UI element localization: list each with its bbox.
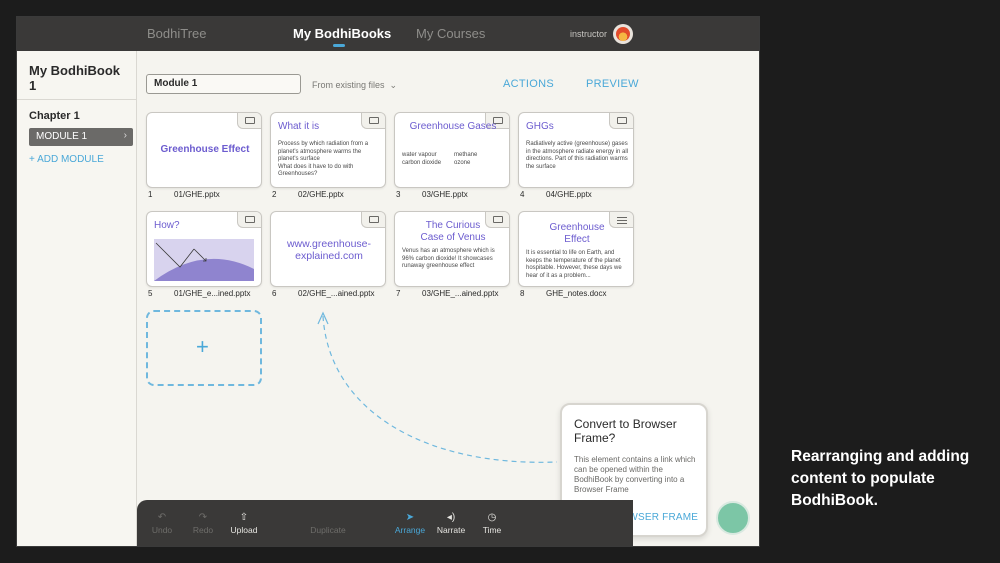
card-body: Venus has an atmosphere which is 96% car… — [402, 248, 495, 269]
book-title: My BodhiBook 1 — [29, 63, 120, 93]
duplicate-button[interactable]: Duplicate — [305, 512, 351, 535]
card-title: The Curious Case of Venus — [420, 220, 486, 243]
from-existing-dropdown[interactable]: From existing files ⌄ — [312, 80, 397, 91]
redo-button[interactable]: ↷ Redo — [180, 512, 226, 535]
slide-card-4[interactable]: GHGs Radiatively active (greenhouse) gas… — [518, 112, 634, 188]
card-title: Greenhouse Effect — [160, 144, 250, 155]
top-nav: BodhiTree My BodhiBooks My Courses instr… — [17, 17, 759, 51]
arrange-label: Arrange — [394, 525, 426, 535]
card-label-1: 1 01/GHE.pptx — [148, 190, 220, 199]
card-title: Greenhouse Gases — [409, 121, 497, 132]
card-title: Greenhouse Effect — [549, 222, 605, 245]
card-title: How? — [154, 220, 180, 231]
dropdown-label: From existing files — [312, 80, 385, 90]
sidebar-item-module-1[interactable]: MODULE 1 › — [29, 128, 133, 146]
card-title: What it is — [278, 121, 320, 132]
card-label-5: 5 01/GHE_e...ined.pptx — [148, 289, 251, 298]
user-role: instructor — [570, 29, 608, 39]
diagram-image — [154, 239, 254, 281]
actions-button[interactable]: ACTIONS — [503, 78, 554, 90]
active-nav-indicator — [333, 44, 345, 47]
preview-button[interactable]: PREVIEW — [586, 78, 639, 90]
duplicate-label: Duplicate — [310, 525, 346, 535]
sidebar-divider — [17, 99, 137, 100]
clock-icon: ◷ — [487, 512, 497, 523]
arrange-button[interactable]: ➤ Arrange — [387, 512, 433, 535]
speaker-icon: ◂) — [446, 512, 456, 523]
floating-action-button[interactable] — [716, 501, 750, 535]
redo-label: Redo — [192, 525, 214, 535]
app-window: BodhiTree My BodhiBooks My Courses instr… — [16, 16, 760, 547]
chevron-down-icon: ⌄ — [387, 80, 398, 90]
add-module-button[interactable]: + ADD MODULE — [29, 154, 104, 165]
cursor-icon: ➤ — [405, 512, 415, 523]
chapter-heading[interactable]: Chapter 1 — [29, 110, 80, 122]
sidebar-item-label: MODULE 1 — [36, 131, 88, 142]
add-content-tile[interactable]: + — [146, 310, 262, 386]
card-label-3: 3 03/GHE.pptx — [396, 190, 468, 199]
sidebar: My BodhiBook 1 Chapter 1 MODULE 1 › + AD… — [17, 51, 137, 546]
upload-label: Upload — [230, 525, 258, 535]
card-title: GHGs — [526, 121, 554, 132]
narrate-button[interactable]: ◂) Narrate — [428, 512, 474, 535]
nav-bodhitree[interactable]: BodhiTree — [147, 26, 207, 41]
time-button[interactable]: ◷ Time — [469, 512, 515, 535]
drag-arrow-path — [317, 311, 558, 463]
card-body: Radiatively active (greenhouse) gases in… — [526, 141, 629, 170]
slide-caption: Rearranging and adding content to popula… — [791, 448, 970, 509]
card-body: Process by which radiation from a planet… — [278, 141, 369, 177]
card-label-4: 4 04/GHE.pptx — [520, 190, 592, 199]
slide-icon — [237, 212, 261, 228]
redo-icon: ↷ — [198, 512, 208, 523]
nav-my-bodhibooks[interactable]: My BodhiBooks — [293, 26, 391, 41]
card-label-7: 7 03/GHE_...ained.pptx — [396, 289, 499, 298]
chevron-right-icon: › — [123, 130, 127, 141]
flame-icon — [616, 27, 630, 41]
slide-card-6[interactable]: www.greenhouse-explained.com — [270, 211, 386, 287]
plus-icon: + — [196, 334, 209, 359]
card-body: water vapour methane carbon dioxide ozone — [402, 152, 478, 166]
slide-card-2[interactable]: What it is Process by which radiation fr… — [270, 112, 386, 188]
slide-icon — [361, 113, 385, 129]
undo-icon: ↶ — [157, 512, 167, 523]
avatar[interactable] — [613, 24, 633, 44]
card-label-6: 6 02/GHE_...ained.pptx — [272, 289, 375, 298]
slide-icon — [237, 113, 261, 129]
upload-icon: ⇧ — [239, 512, 249, 523]
popover-body: This element contains a link which can b… — [574, 455, 696, 494]
slide-icon — [609, 113, 633, 129]
popover-title: Convert to Browser Frame? — [574, 417, 677, 445]
slide-card-7[interactable]: The Curious Case of Venus Venus has an a… — [394, 211, 510, 287]
slide-card-5[interactable]: How? — [146, 211, 262, 287]
undo-button[interactable]: ↶ Undo — [139, 512, 185, 535]
narrate-label: Narrate — [436, 525, 466, 535]
slide-card-3[interactable]: Greenhouse Gases water vapour methane car… — [394, 112, 510, 188]
nav-my-courses[interactable]: My Courses — [416, 26, 485, 41]
card-link-title: www.greenhouse-explained.com — [286, 238, 372, 262]
undo-label: Undo — [151, 525, 173, 535]
card-label-2: 2 02/GHE.pptx — [272, 190, 344, 199]
card-label-8: 8 GHE_notes.docx — [520, 289, 607, 298]
document-card-8[interactable]: Greenhouse Effect It is essential to lif… — [518, 211, 634, 287]
bottom-toolbar: ↶ Undo ↷ Redo ⇧ Upload Duplicate ➤ Arran… — [137, 500, 633, 546]
card-body: It is essential to life on Earth, and ke… — [526, 250, 622, 279]
slide-icon — [361, 212, 385, 228]
module-name-input[interactable]: Module 1 — [146, 74, 301, 94]
upload-button[interactable]: ⇧ Upload — [221, 512, 267, 535]
slide-card-1[interactable]: Greenhouse Effect — [146, 112, 262, 188]
time-label: Time — [482, 525, 502, 535]
duplicate-icon — [305, 512, 351, 524]
